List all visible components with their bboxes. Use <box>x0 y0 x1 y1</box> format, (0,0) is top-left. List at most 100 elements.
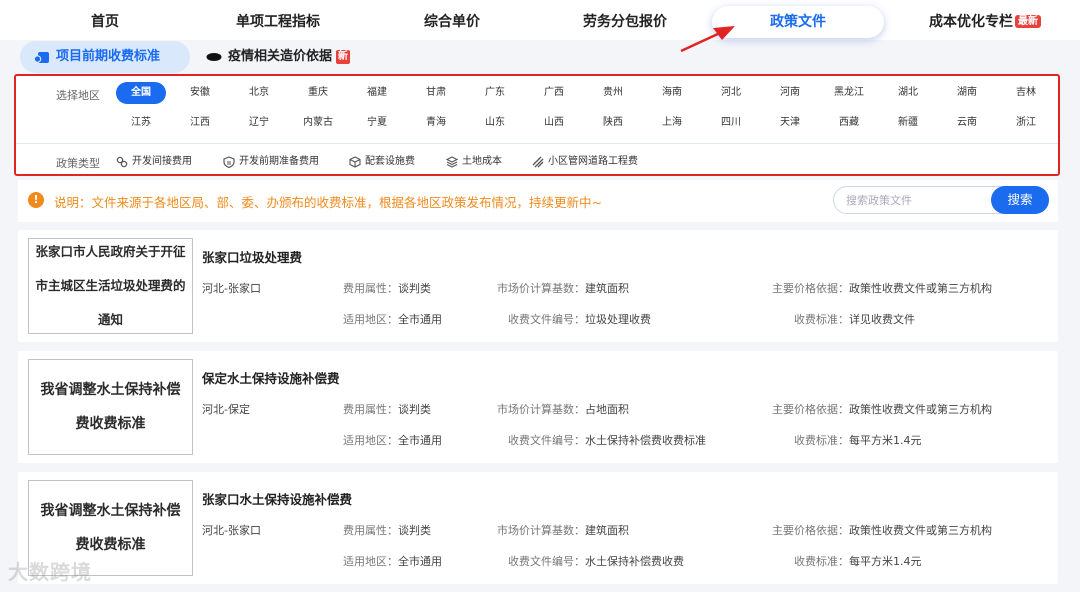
tab-labor-quote[interactable]: 劳务分包报价 <box>575 6 675 38</box>
policy-type-label: 政策类型 <box>56 157 100 170</box>
field-value: 河北-保定 <box>202 403 250 416</box>
field-key: 收费文件编号： <box>508 555 585 568</box>
subtab-preliminary-fees[interactable]: 项目前期收费标准 <box>20 41 190 73</box>
region-option[interactable]: 全国 <box>116 82 166 104</box>
region-option[interactable]: 西藏 <box>824 112 874 134</box>
policy-type-indirect-costs[interactable]: 开发间接费用 <box>116 154 192 170</box>
region-option[interactable]: 吉林 <box>1001 82 1051 104</box>
region-option[interactable]: 安徽 <box>175 82 225 104</box>
region-option[interactable]: 甘肃 <box>411 82 461 104</box>
region-option[interactable]: 浙江 <box>1001 112 1051 134</box>
field-key: 市场价计算基数： <box>497 524 585 537</box>
pipes-icon <box>532 156 544 168</box>
region-option[interactable]: 四川 <box>706 112 756 134</box>
tab-label: 综合单价 <box>424 14 480 30</box>
region-option[interactable]: 重庆 <box>293 82 343 104</box>
search-button[interactable]: 搜索 <box>991 186 1049 214</box>
card-scope: 适用地区：全市通用 <box>343 553 442 569</box>
region-option[interactable]: 宁夏 <box>352 112 402 134</box>
region-option[interactable]: 新疆 <box>883 112 933 134</box>
card-calc-base: 市场价计算基数：建筑面积 <box>497 280 629 296</box>
card-standard: 收费标准：每平方米1.4元 <box>794 432 922 448</box>
field-key: 费用属性： <box>343 403 398 416</box>
region-option[interactable]: 辽宁 <box>234 112 284 134</box>
field-value: 建筑面积 <box>585 282 629 295</box>
document-thumbnail[interactable]: 张家口市人民政府关于开征市主城区生活垃圾处理费的通知 <box>28 238 193 334</box>
field-value: 谈判类 <box>398 403 431 416</box>
region-option[interactable]: 山东 <box>470 112 520 134</box>
region-filter-label: 选择地区 <box>56 89 100 102</box>
policy-card[interactable]: 张家口市人民政府关于开征市主城区生活垃圾处理费的通知 张家口垃圾处理费 河北-张家口… <box>18 230 1058 342</box>
region-option[interactable]: 陕西 <box>588 112 638 134</box>
field-value: 全市通用 <box>398 313 442 326</box>
watermark: 大数跨境 <box>8 560 92 584</box>
warning-icon: ! <box>28 192 44 208</box>
field-value: 全市通用 <box>398 434 442 447</box>
region-option[interactable]: 江苏 <box>116 112 166 134</box>
policy-card[interactable]: 我省调整水土保持补偿费收费标准 张家口水土保持设施补偿费河北-张家口 费用属性：谈判… <box>18 472 1058 584</box>
field-key: 主要价格依据： <box>772 282 849 295</box>
region-option[interactable]: 福建 <box>352 82 402 104</box>
policy-type-supporting-facilities[interactable]: 配套设施费 <box>349 154 415 170</box>
tab-cost-optimization[interactable]: 成本优化专栏 最新 <box>925 6 1045 38</box>
field-value: 河北-张家口 <box>202 524 261 537</box>
region-option[interactable]: 贵州 <box>588 82 638 104</box>
tab-label: 成本优化专栏 <box>929 14 1013 30</box>
policy-type-label-text: 小区管网道路工程费 <box>548 156 638 167</box>
region-option[interactable]: 北京 <box>234 82 284 104</box>
region-option[interactable]: 山西 <box>529 112 579 134</box>
tab-single-project-index[interactable]: 单项工程指标 <box>222 6 334 38</box>
search-input[interactable] <box>834 187 994 213</box>
tab-label: 首页 <box>91 14 119 30</box>
tab-label: 劳务分包报价 <box>583 14 667 30</box>
field-key: 适用地区： <box>343 434 398 447</box>
card-title[interactable]: 张家口水土保持设施补偿费 <box>202 489 352 508</box>
field-value: 政策性收费文件或第三方机构 <box>849 282 992 295</box>
region-option[interactable]: 内蒙古 <box>293 112 343 134</box>
policy-type-land-cost[interactable]: 土地成本 <box>446 154 502 170</box>
card-price-basis: 主要价格依据：政策性收费文件或第三方机构 <box>772 401 992 417</box>
policy-type-pipe-road[interactable]: 小区管网道路工程费 <box>532 154 638 170</box>
field-key: 收费标准： <box>794 434 849 447</box>
document-thumbnail[interactable]: 我省调整水土保持补偿费收费标准 <box>28 359 193 455</box>
policy-type-label-text: 开发前期准备费用 <box>239 156 319 167</box>
policy-type-label-text: 开发间接费用 <box>132 156 192 167</box>
card-title[interactable]: 张家口垃圾处理费 <box>202 247 302 266</box>
tab-label: 政策文件 <box>770 14 826 30</box>
tab-home[interactable]: 首页 <box>60 6 150 38</box>
field-value: 水土保持补偿费收费 <box>585 555 684 568</box>
tab-unit-price[interactable]: 综合单价 <box>407 6 497 38</box>
thumbnail-text: 我省调整水土保持补偿费收费标准 <box>40 382 181 432</box>
field-key: 适用地区： <box>343 555 398 568</box>
region-option[interactable]: 黑龙江 <box>824 82 874 104</box>
field-key: 费用属性： <box>343 524 398 537</box>
subtab-epidemic-basis[interactable]: 疫情相关造价依据新 <box>192 41 372 73</box>
notice-text: 说明：文件来源于各地区局、部、委、办颁布的收费标准，根据各地区政策发布情况，持续… <box>54 195 602 210</box>
region-option[interactable]: 天津 <box>765 112 815 134</box>
region-option[interactable]: 广东 <box>470 82 520 104</box>
policy-type-preparation-costs[interactable]: 开发前期准备费用 <box>223 154 319 170</box>
tab-label: 单项工程指标 <box>236 14 320 30</box>
thumbnail-text: 我省调整水土保持补偿费收费标准 <box>40 503 181 553</box>
tab-policy-docs[interactable]: 政策文件 <box>712 6 884 38</box>
region-option[interactable]: 上海 <box>647 112 697 134</box>
region-option[interactable]: 云南 <box>942 112 992 134</box>
region-option[interactable]: 广西 <box>529 82 579 104</box>
region-option[interactable]: 河南 <box>765 82 815 104</box>
subtab-label: 疫情相关造价依据 <box>228 49 333 64</box>
policy-card[interactable]: 我省调整水土保持补偿费收费标准 保定水土保持设施补偿费 河北-保定 费用属性：谈判类 市… <box>18 351 1058 463</box>
region-option[interactable]: 海南 <box>647 82 697 104</box>
card-doc-number: 收费文件编号：水土保持补偿费收费标准 <box>508 432 706 448</box>
card-title[interactable]: 保定水土保持设施补偿费 <box>202 368 340 387</box>
card-standard: 收费标准：详见收费文件 <box>794 311 915 327</box>
region-option[interactable]: 青海 <box>411 112 461 134</box>
field-value: 谈判类 <box>398 524 431 537</box>
field-value: 每平方米1.4元 <box>849 434 922 447</box>
cube-icon <box>349 156 361 168</box>
region-option[interactable]: 湖北 <box>883 82 933 104</box>
region-option[interactable]: 湖南 <box>942 82 992 104</box>
card-scope: 适用地区：全市通用 <box>343 311 442 327</box>
card-doc-number: 收费文件编号：水土保持补偿费收费 <box>508 553 684 569</box>
region-option[interactable]: 江西 <box>175 112 225 134</box>
region-option[interactable]: 河北 <box>706 82 756 104</box>
